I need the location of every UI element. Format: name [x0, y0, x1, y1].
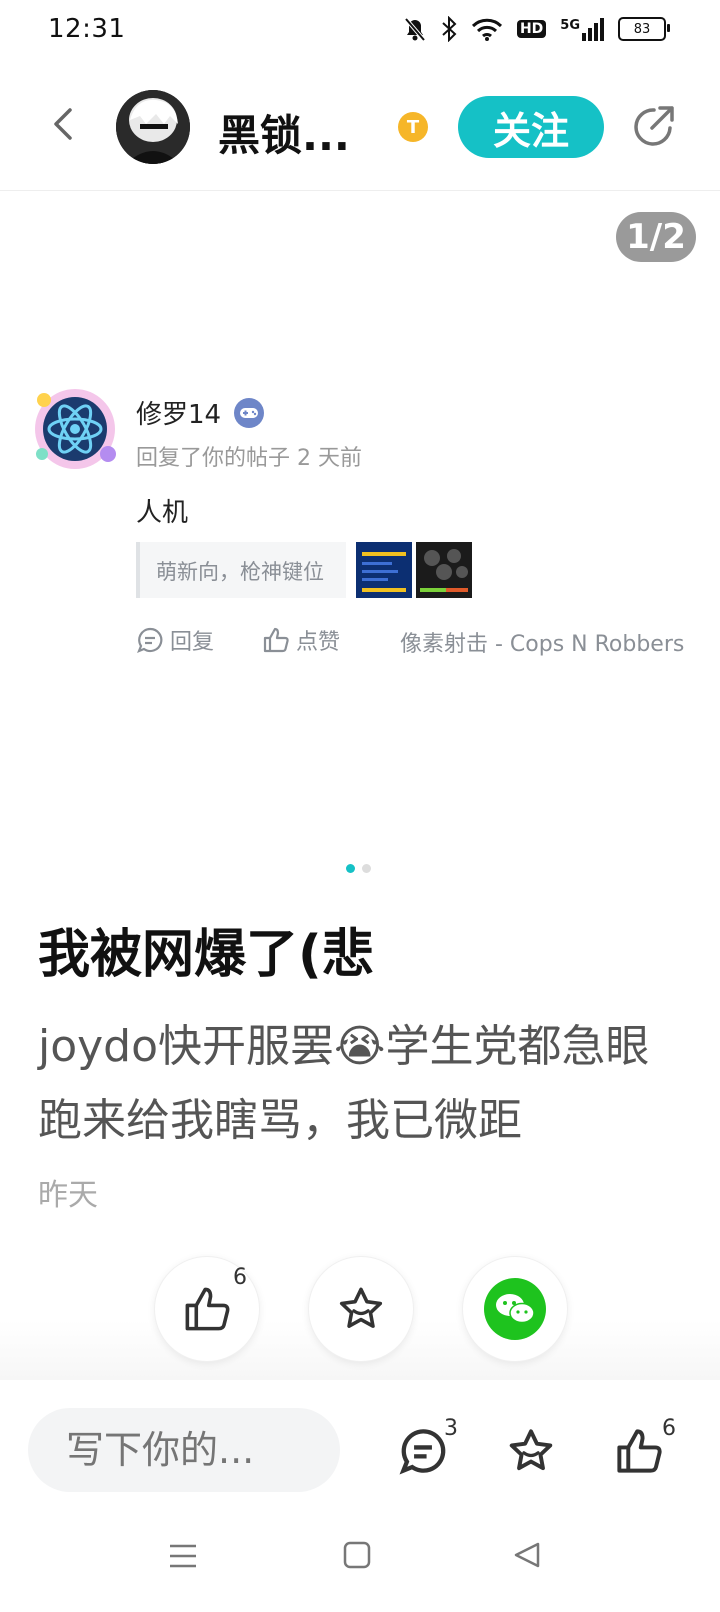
comment-text: 人机 [136, 498, 189, 528]
favorite-bottom-button[interactable] [506, 1426, 562, 1482]
like-action[interactable]: 点赞 [262, 624, 340, 656]
thumbs-up-icon [185, 1287, 230, 1331]
wifi-icon [471, 18, 502, 41]
quoted-post[interactable]: 萌新向，枪神键位 [136, 542, 346, 598]
author-name[interactable]: 黑锁... [218, 102, 350, 163]
carousel-dot[interactable] [362, 864, 371, 873]
status-icons: HD 5G 83 [403, 16, 670, 42]
comment-input[interactable] [28, 1408, 340, 1492]
signal-icon: 5G [560, 17, 604, 41]
post-header: 黑锁... T 关注 [0, 64, 720, 191]
share-icon[interactable] [630, 102, 678, 150]
comments-button[interactable]: 3 [398, 1416, 468, 1482]
status-time: 12:31 [48, 14, 126, 44]
game-name-link[interactable]: 像素射击 - Cops N Robbers [400, 626, 684, 658]
status-bar: 12:31 HD 5G 83 [0, 0, 720, 64]
quoted-post-text: 萌新向，枪神键位 [156, 560, 324, 584]
comment-bubble-icon [399, 1429, 446, 1475]
battery-icon: 83 [618, 17, 670, 41]
like-count: 6 [233, 1265, 247, 1290]
menu-icon[interactable] [168, 1542, 198, 1570]
like-bottom-button[interactable]: 6 [614, 1416, 684, 1482]
back-arrow-icon[interactable] [44, 104, 84, 144]
like-bottom-count: 6 [662, 1416, 676, 1441]
system-nav-bar [0, 1506, 720, 1612]
gamepad-badge-icon [234, 398, 264, 428]
post-title: 我被网爆了(悲 [38, 925, 374, 985]
battery-level: 83 [633, 21, 651, 37]
network-type: 5G [560, 17, 580, 33]
commenter-name[interactable]: 修罗14 [136, 394, 221, 431]
commenter-avatar[interactable] [30, 384, 120, 474]
author-level-badge: T [398, 112, 428, 142]
wechat-icon [484, 1278, 546, 1340]
post-body: joydo快开服罢😭学生党都急眼跑来给我瞎骂，我已微距 [38, 1021, 650, 1146]
like-post-button[interactable]: 6 [154, 1256, 260, 1362]
follow-button[interactable]: 关注 [458, 96, 604, 158]
reply-action[interactable]: 回复 [136, 624, 214, 656]
comment-count: 3 [444, 1416, 458, 1441]
comment-meta: 回复了你的帖子 2 天前 [136, 446, 362, 471]
thumbs-up-icon [263, 627, 289, 653]
comment-bubble-icon [137, 627, 163, 653]
wechat-share-button[interactable] [462, 1256, 568, 1362]
post-date: 昨天 [38, 1178, 98, 1213]
bottom-action-bar: 3 6 [0, 1382, 720, 1506]
avatar-image-icon [116, 90, 190, 164]
quoted-thumbnail[interactable] [356, 542, 412, 598]
home-icon[interactable] [342, 1540, 372, 1570]
carousel-dot-active[interactable] [346, 864, 355, 873]
star-icon [339, 1287, 383, 1328]
carousel-page-indicator: 1/2 [616, 212, 696, 262]
bluetooth-icon [442, 16, 457, 42]
reply-label: 回复 [170, 630, 215, 655]
mute-bell-icon [404, 17, 426, 42]
like-label: 点赞 [296, 630, 341, 655]
star-icon [509, 1429, 553, 1471]
hd-badge: HD [516, 20, 547, 38]
favorite-button[interactable] [308, 1256, 414, 1362]
back-triangle-icon[interactable] [512, 1540, 542, 1570]
quoted-thumbnail[interactable] [416, 542, 472, 598]
author-avatar[interactable] [116, 90, 190, 164]
thumbs-up-icon [617, 1429, 662, 1473]
